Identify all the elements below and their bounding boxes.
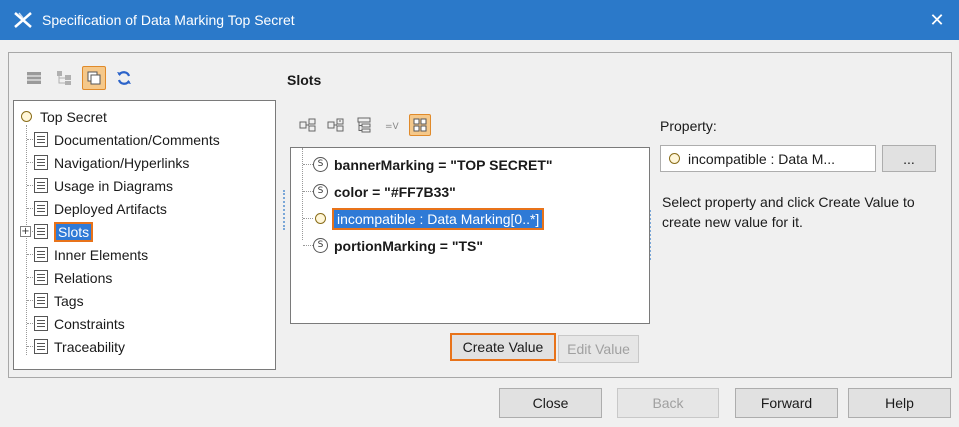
instance-icon [21,111,32,122]
left-splitter[interactable] [283,190,285,230]
page-icon [34,224,48,239]
property-field[interactable]: incompatible : Data M... [660,145,876,172]
slot-label: color = "#FF7B33" [334,183,456,200]
app-icon [12,9,34,31]
refresh-icon[interactable] [112,66,136,90]
expand-icon[interactable]: + [20,226,31,237]
slot-incompatible[interactable]: incompatible : Data Marking[0..*] [291,205,649,232]
tree-item-constraints[interactable]: Constraints [14,312,275,335]
property-value: incompatible : Data M... [688,150,836,167]
help-button[interactable]: Help [848,388,951,418]
property-label: Property: [660,118,717,134]
filter-icon[interactable]: =V [381,114,403,136]
page-icon [34,293,48,308]
slot-label: portionMarking = "TS" [334,237,484,254]
instance-icon [315,213,326,224]
page-icon [34,132,48,147]
tree-item-traceability[interactable]: Traceability [14,335,275,358]
tree-item-slots[interactable]: + Slots [14,220,275,243]
tree-item-tags[interactable]: Tags [14,289,275,312]
copy-view-icon[interactable] [82,66,106,90]
page-icon [34,316,48,331]
page-icon [34,339,48,354]
specification-tree: Top Secret Documentation/Comments Naviga… [13,100,276,370]
create-value-button[interactable]: Create Value [450,333,556,361]
tree-item-inner-elements[interactable]: Inner Elements [14,243,275,266]
window-title: Specification of Data Marking Top Secret [42,12,295,28]
slot-portion-marking[interactable]: S portionMarking = "TS" [291,232,649,259]
title-bar: Specification of Data Marking Top Secret… [0,0,959,40]
property-hint: Select property and click Create Value t… [662,194,915,230]
page-icon [34,270,48,285]
slot-icon: S [313,238,328,253]
edit-value-button[interactable]: Edit Value [558,335,639,363]
tree-item-label: Relations [54,269,113,286]
slot-icon: S [313,184,328,199]
slot-label: bannerMarking = "TOP SECRET" [334,156,553,173]
close-button[interactable]: Close [499,388,602,418]
expand-all-icon[interactable] [297,114,319,136]
tile-view-icon[interactable] [409,114,431,136]
tree-root-top-secret[interactable]: Top Secret [14,105,275,128]
browse-property-button[interactable]: ... [882,145,936,172]
slot-icon: S [313,157,328,172]
back-button[interactable]: Back [617,388,719,418]
tree-item-navigation[interactable]: Navigation/Hyperlinks [14,151,275,174]
page-icon [34,178,48,193]
left-toolbar [22,65,136,91]
tree-item-label: Traceability [54,338,126,355]
tree-item-label: Tags [54,292,84,309]
tree-item-label: Usage in Diagrams [54,177,174,194]
close-window-icon[interactable]: ✕ [915,0,959,40]
tree-item-relations[interactable]: Relations [14,266,275,289]
tree-item-label: Slots [54,221,94,242]
tree-item-label: Deployed Artifacts [54,200,167,217]
svg-text:=V: =V [385,122,400,132]
tree-item-label: Documentation/Comments [54,131,220,148]
slot-color[interactable]: S color = "#FF7B33" [291,178,649,205]
slot-label-selected: incompatible : Data Marking[0..*] [332,207,545,230]
grid-icon[interactable] [22,66,46,90]
page-icon [34,155,48,170]
slot-banner-marking[interactable]: S bannerMarking = "TOP SECRET" [291,151,649,178]
tree-view-icon[interactable] [52,66,76,90]
forward-button[interactable]: Forward [735,388,838,418]
page-icon [34,201,48,216]
slot-list: S bannerMarking = "TOP SECRET" S color =… [290,147,650,324]
tree-item-usage-in-diagrams[interactable]: Usage in Diagrams [14,174,275,197]
slots-toolbar: =V [297,114,431,136]
tree-item-deployed-artifacts[interactable]: Deployed Artifacts [14,197,275,220]
page-icon [34,247,48,262]
tree-root-label: Top Secret [40,108,107,125]
tree-item-documentation[interactable]: Documentation/Comments [14,128,275,151]
instance-icon [669,153,680,164]
panel-title: Slots [287,72,322,88]
collapse-all-icon[interactable] [325,114,347,136]
hierarchy-icon[interactable] [353,114,375,136]
tree-item-label: Inner Elements [54,246,149,263]
tree-item-label: Navigation/Hyperlinks [54,154,190,171]
tree-item-label: Constraints [54,315,125,332]
